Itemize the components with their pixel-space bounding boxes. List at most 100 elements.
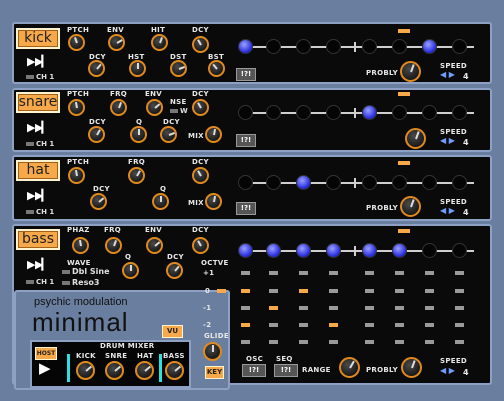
hat-q-knob[interactable] bbox=[152, 193, 169, 210]
bass-note-led[interactable] bbox=[299, 289, 308, 293]
bass-note-led[interactable] bbox=[299, 271, 308, 275]
snare-play-icon[interactable]: ▶ ▶▎ bbox=[27, 121, 50, 134]
bass-note-led[interactable] bbox=[425, 306, 434, 310]
kick-pitch-knob[interactable] bbox=[68, 34, 85, 51]
bass-note-led[interactable] bbox=[365, 306, 374, 310]
bass-note-led[interactable] bbox=[425, 340, 434, 344]
bass-step-5[interactable] bbox=[362, 243, 377, 258]
bass-note-led[interactable] bbox=[425, 289, 434, 293]
bass-wave-option-1[interactable]: Dbl Sine bbox=[62, 267, 110, 276]
kick-step-5[interactable] bbox=[362, 39, 377, 54]
bass-note-led[interactable] bbox=[455, 306, 464, 310]
kick-step-8[interactable] bbox=[452, 39, 467, 54]
bass-note-led[interactable] bbox=[329, 271, 338, 275]
bass-note-led[interactable] bbox=[455, 323, 464, 327]
snare-decay-knob-top[interactable] bbox=[192, 99, 209, 116]
hat-decay-knob-top[interactable] bbox=[192, 167, 209, 184]
bass-note-led[interactable] bbox=[329, 289, 338, 293]
bass-probly-knob[interactable] bbox=[401, 357, 422, 378]
kick-speed-arrows[interactable]: ◀ ▶ bbox=[440, 70, 455, 79]
snare-decay2-knob[interactable] bbox=[160, 126, 177, 143]
hat-step-4[interactable] bbox=[326, 175, 341, 190]
hat-mix-knob[interactable] bbox=[205, 193, 222, 210]
bass-speed-arrows[interactable]: ◀ ▶ bbox=[440, 366, 455, 375]
snare-step-1[interactable] bbox=[238, 105, 253, 120]
mixer-bass-knob[interactable] bbox=[165, 361, 184, 380]
kick-hit-knob[interactable] bbox=[151, 34, 168, 51]
bass-note-led[interactable] bbox=[299, 306, 308, 310]
bass-note-led[interactable] bbox=[455, 289, 464, 293]
hat-step-8[interactable] bbox=[452, 175, 467, 190]
bass-osc-random-button[interactable]: !?! bbox=[242, 364, 266, 377]
snare-pitch-knob[interactable] bbox=[68, 99, 85, 116]
kick-step-2[interactable] bbox=[266, 39, 281, 54]
bass-octave-led[interactable] bbox=[217, 289, 226, 293]
mixer-kick-knob[interactable] bbox=[76, 361, 95, 380]
bass-note-led[interactable] bbox=[425, 323, 434, 327]
bass-note-led[interactable] bbox=[395, 306, 404, 310]
bass-phaz-knob[interactable] bbox=[72, 237, 89, 254]
kick-step-4[interactable] bbox=[326, 39, 341, 54]
bass-note-led[interactable] bbox=[299, 340, 308, 344]
hat-track-button[interactable]: hat bbox=[16, 160, 60, 181]
bass-note-led[interactable] bbox=[365, 289, 374, 293]
bass-note-led[interactable] bbox=[365, 271, 374, 275]
snare-step-5[interactable] bbox=[362, 105, 377, 120]
bass-note-led[interactable] bbox=[365, 340, 374, 344]
kick-track-button[interactable]: kick bbox=[16, 28, 60, 49]
kick-decay-knob-top[interactable] bbox=[192, 36, 209, 53]
kick-env-knob[interactable] bbox=[108, 34, 125, 51]
bass-note-led[interactable] bbox=[395, 271, 404, 275]
snare-nse-w-switch[interactable]: W bbox=[170, 107, 188, 115]
bass-step-2[interactable] bbox=[266, 243, 281, 258]
kick-channel[interactable]: CH 1 bbox=[26, 73, 54, 81]
hat-channel[interactable]: CH 1 bbox=[26, 208, 54, 216]
kick-hst-knob[interactable] bbox=[129, 60, 146, 77]
hat-step-2[interactable] bbox=[266, 175, 281, 190]
kick-dst-knob[interactable] bbox=[170, 60, 187, 77]
hat-frq-knob[interactable] bbox=[128, 167, 145, 184]
kick-random-button[interactable]: !?! bbox=[236, 68, 256, 81]
kick-decay-knob[interactable] bbox=[88, 60, 105, 77]
snare-step-4[interactable] bbox=[326, 105, 341, 120]
bass-step-7[interactable] bbox=[422, 243, 437, 258]
bass-note-led[interactable] bbox=[329, 340, 338, 344]
hat-step-1[interactable] bbox=[238, 175, 253, 190]
snare-channel[interactable]: CH 1 bbox=[26, 140, 54, 148]
hat-play-icon[interactable]: ▶ ▶▎ bbox=[27, 189, 50, 202]
bass-track-button[interactable]: bass bbox=[16, 229, 60, 250]
snare-step-2[interactable] bbox=[266, 105, 281, 120]
snare-step-6[interactable] bbox=[392, 105, 407, 120]
snare-frq-knob[interactable] bbox=[110, 99, 127, 116]
bass-seq-random-button[interactable]: !?! bbox=[274, 364, 298, 377]
bass-frq-knob[interactable] bbox=[105, 237, 122, 254]
hat-step-3[interactable] bbox=[296, 175, 311, 190]
bass-note-led[interactable] bbox=[299, 323, 308, 327]
bass-env-knob[interactable] bbox=[146, 237, 163, 254]
hat-step-7[interactable] bbox=[422, 175, 437, 190]
host-play-icon[interactable]: ▶ bbox=[39, 359, 51, 377]
bass-note-led[interactable] bbox=[241, 289, 250, 293]
bass-key-button[interactable]: KEY bbox=[205, 366, 224, 379]
bass-note-led[interactable] bbox=[241, 323, 250, 327]
hat-random-button[interactable]: !?! bbox=[236, 202, 256, 215]
hat-step-5[interactable] bbox=[362, 175, 377, 190]
bass-note-led[interactable] bbox=[269, 289, 278, 293]
bass-decay-knob-top[interactable] bbox=[192, 237, 209, 254]
bass-note-led[interactable] bbox=[395, 340, 404, 344]
bass-glide-knob[interactable] bbox=[203, 342, 222, 361]
bass-note-led[interactable] bbox=[241, 271, 250, 275]
hat-step-6[interactable] bbox=[392, 175, 407, 190]
vu-button[interactable]: VU bbox=[162, 325, 183, 338]
bass-note-led[interactable] bbox=[455, 271, 464, 275]
snare-track-button[interactable]: snare bbox=[16, 92, 60, 113]
bass-note-led[interactable] bbox=[395, 289, 404, 293]
bass-step-8[interactable] bbox=[452, 243, 467, 258]
bass-step-4[interactable] bbox=[326, 243, 341, 258]
hat-pitch-knob[interactable] bbox=[68, 167, 85, 184]
bass-q-knob[interactable] bbox=[122, 262, 139, 279]
bass-step-1[interactable] bbox=[238, 243, 253, 258]
kick-step-1[interactable] bbox=[238, 39, 253, 54]
bass-note-led[interactable] bbox=[269, 306, 278, 310]
kick-step-6[interactable] bbox=[392, 39, 407, 54]
